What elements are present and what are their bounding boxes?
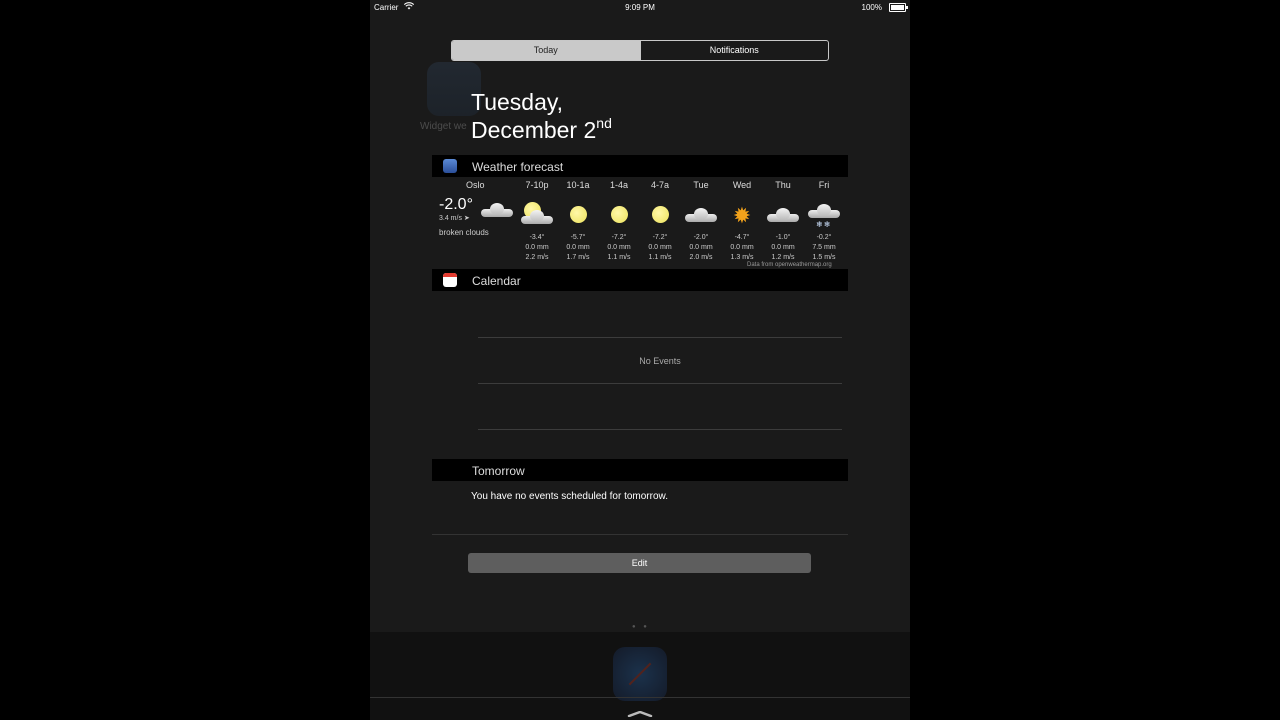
- forecast-temp: -4.7°: [734, 234, 750, 241]
- forecast-label: 1-4a: [609, 180, 628, 190]
- forecast-label: Fri: [818, 180, 830, 190]
- forecast-wind: 2.0 m/s: [689, 254, 713, 261]
- clear-moon-icon: [638, 206, 682, 226]
- forecast-label: 4-7a: [650, 180, 669, 190]
- forecast-wind: 2.2 m/s: [525, 254, 549, 261]
- forecast-precip: 0.0 mm: [730, 244, 754, 251]
- forecast-column: 10-1a -5.7° 0.0 mm 1.7 m/s: [556, 180, 600, 263]
- battery-icon: [889, 3, 908, 12]
- calendar-widget-title: Calendar: [472, 274, 521, 288]
- clear-moon-icon: [597, 206, 641, 226]
- current-wind: 3.4 m/s ➤: [439, 214, 470, 222]
- forecast-wind: 1.1 m/s: [607, 254, 631, 261]
- status-time: 9:09 PM: [625, 3, 655, 12]
- forecast-column: Thu -1.0° 0.0 mm 1.2 m/s: [761, 180, 805, 263]
- cloud-icon: [679, 206, 723, 226]
- tab-today[interactable]: Today: [452, 41, 640, 60]
- forecast-precip: 0.0 mm: [566, 244, 590, 251]
- forecast-precip: 0.0 mm: [525, 244, 549, 251]
- battery-percent: 100%: [861, 3, 882, 12]
- forecast-label: Tue: [693, 180, 709, 190]
- current-wind-speed: 3.4 m/s: [439, 215, 462, 222]
- page-dots: ● ●: [632, 624, 650, 630]
- forecast-precip: 0.0 mm: [648, 244, 672, 251]
- tomorrow-summary: You have no events scheduled for tomorro…: [471, 491, 668, 502]
- status-bar: Carrier 9:09 PM 100%: [370, 0, 910, 16]
- forecast-column: Tue -2.0° 0.0 mm 2.0 m/s: [679, 180, 723, 263]
- forecast-temp: -7.2°: [652, 234, 668, 241]
- sun-icon: ✹: [732, 203, 752, 228]
- calendar-divider: [478, 383, 842, 384]
- wind-direction-icon: ➤: [463, 215, 470, 222]
- forecast-precip: 0.0 mm: [607, 244, 631, 251]
- forecast-temp: -2.0°: [693, 234, 709, 241]
- forecast-wind: 1.1 m/s: [648, 254, 672, 261]
- calendar-app-icon: [443, 273, 457, 287]
- weather-attribution[interactable]: Data from openweathermap.org: [747, 262, 832, 268]
- tab-switcher: Today Notifications: [451, 40, 829, 61]
- forecast-label: Thu: [775, 180, 791, 190]
- calendar-divider: [478, 429, 842, 430]
- forecast-temp: -3.4°: [529, 234, 545, 241]
- clear-moon-icon: [556, 206, 600, 226]
- section-divider: [432, 534, 848, 535]
- current-temperature: -2.0°: [439, 196, 473, 213]
- calendar-widget-header[interactable]: Calendar: [432, 269, 848, 291]
- calendar-divider: [478, 337, 842, 338]
- forecast-label: 7-10p: [525, 180, 549, 190]
- date-month-day: December 2: [471, 117, 597, 143]
- safari-icon: [613, 647, 667, 701]
- forecast-temp: -5.7°: [570, 234, 586, 241]
- forecast-column: 7-10p -3.4° 0.0 mm 2.2 m/s: [515, 180, 559, 263]
- weather-widget-header[interactable]: Weather forecast: [432, 155, 848, 177]
- forecast-column: 1-4a -7.2° 0.0 mm 1.1 m/s: [597, 180, 641, 263]
- partly-cloudy-icon: [515, 202, 559, 226]
- forecast-precip: 7.5 mm: [812, 244, 836, 251]
- snow-cloud-icon: ❄❄: [802, 204, 846, 229]
- forecast-column: 4-7a -7.2° 0.0 mm 1.1 m/s: [638, 180, 682, 263]
- calendar-no-events: No Events: [639, 356, 681, 366]
- notification-center: Carrier 9:09 PM 100% Widget we Today Not…: [370, 0, 910, 720]
- cloud-icon: [761, 206, 805, 226]
- weather-location: Oslo: [466, 180, 485, 190]
- forecast-label: 10-1a: [566, 180, 590, 190]
- date-weekday: Tuesday,: [471, 89, 564, 115]
- tomorrow-header: Tomorrow: [432, 459, 848, 481]
- forecast-wind: 1.7 m/s: [566, 254, 590, 261]
- weather-description: broken clouds: [439, 228, 489, 237]
- forecast-column: Wed ✹ -4.7° 0.0 mm 1.3 m/s: [720, 180, 764, 263]
- weather-app-icon: [443, 159, 457, 173]
- forecast-precip: 0.0 mm: [689, 244, 713, 251]
- tab-notifications[interactable]: Notifications: [639, 41, 829, 60]
- forecast-temp: -1.0°: [775, 234, 791, 241]
- grabber-handle-icon[interactable]: [627, 704, 653, 718]
- weather-widget-title: Weather forecast: [472, 160, 564, 174]
- forecast-temp: -0.2°: [816, 234, 832, 241]
- forecast-precip: 0.0 mm: [771, 244, 795, 251]
- dock-divider: [370, 697, 910, 698]
- edit-button[interactable]: Edit: [468, 553, 811, 573]
- forecast-column: Fri ❄❄ -0.2° 7.5 mm 1.5 m/s: [802, 180, 846, 263]
- background-app-label: Widget we: [420, 121, 467, 132]
- tomorrow-title: Tomorrow: [472, 464, 525, 478]
- forecast-temp: -7.2°: [611, 234, 627, 241]
- date-heading: Tuesday, December 2nd: [471, 88, 612, 144]
- date-suffix: nd: [596, 115, 612, 131]
